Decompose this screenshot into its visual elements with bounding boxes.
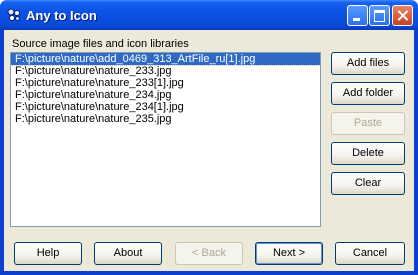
add-files-button[interactable]: Add files <box>331 52 405 75</box>
cancel-button[interactable]: Cancel <box>335 242 405 265</box>
window-title: Any to Icon <box>26 8 97 23</box>
help-button[interactable]: Help <box>14 242 82 265</box>
minimize-button[interactable] <box>347 5 368 26</box>
file-list-label: Source image files and icon libraries <box>12 38 189 50</box>
close-button[interactable] <box>392 5 413 26</box>
add-folder-button[interactable]: Add folder <box>331 82 405 105</box>
back-button[interactable]: < Back <box>175 242 243 265</box>
file-list-item[interactable]: F:\picture\nature\nature_234[1].jpg <box>11 101 320 113</box>
maximize-button[interactable] <box>369 5 390 26</box>
app-window: Any to Icon Source image files and icon … <box>0 0 418 275</box>
source-file-list[interactable]: F:\picture\nature\add_0469_313_ArtFile_r… <box>10 52 321 227</box>
delete-button[interactable]: Delete <box>331 142 405 165</box>
about-button[interactable]: About <box>94 242 162 265</box>
next-button[interactable]: Next > <box>255 242 323 265</box>
clear-button[interactable]: Clear <box>331 172 405 195</box>
title-bar[interactable]: Any to Icon <box>0 0 418 30</box>
file-list-item[interactable]: F:\picture\nature\nature_233[1].jpg <box>11 77 320 89</box>
file-list-item[interactable]: F:\picture\nature\nature_234.jpg <box>11 89 320 101</box>
file-list-item[interactable]: F:\picture\nature\nature_233.jpg <box>11 65 320 77</box>
file-list-item[interactable]: F:\picture\nature\nature_235.jpg <box>11 113 320 125</box>
dialog-body: Source image files and icon libraries F:… <box>4 30 414 271</box>
paste-button[interactable]: Paste <box>331 112 405 135</box>
app-logo-icon <box>7 8 20 21</box>
file-list-item[interactable]: F:\picture\nature\add_0469_313_ArtFile_r… <box>11 53 320 66</box>
